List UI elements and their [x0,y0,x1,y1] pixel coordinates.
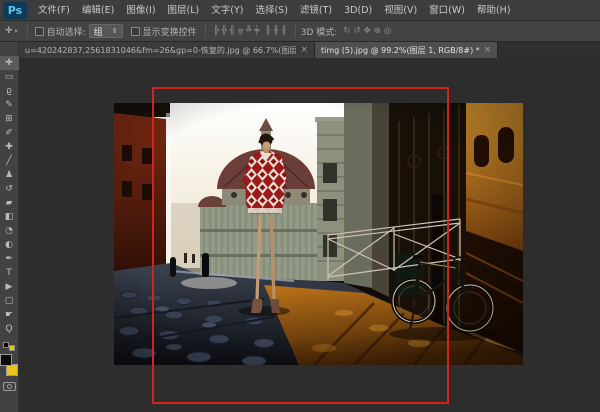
blur-tool[interactable]: ◔ [0,224,19,238]
healing-brush-tool[interactable]: ✚ [0,140,19,154]
options-bar: ✛ ▾ 自动选择: 组 ⇕ 显示变换控件 ╠╬╣╦╩╪ ╟ ╫╢ 3D 模式: ↻… [0,21,600,42]
align-icon[interactable]: ╩ [246,24,251,38]
shape-tool[interactable]: ▢ [0,294,19,308]
align-icon[interactable]: ╦ [238,24,243,38]
zoom-tool[interactable]: Ϙ [0,322,19,336]
stepper-icon: ⇕ [112,27,118,35]
threed-mode-icon-group: ↻↺ ✥⊕◎ [343,24,391,38]
align-icon[interactable]: ╣ [230,24,235,38]
divider [205,24,206,38]
document-tab[interactable]: timg (5).jpg @ 99.2%(图层 1, RGB/8#) * × [315,42,498,58]
distribute-icon-group: ╟ ╫╢ [265,24,286,38]
menu-item[interactable]: 3D(D) [338,0,378,21]
align-icon[interactable]: ╠ [214,24,219,38]
chevron-down-icon: ▾ [15,28,18,35]
default-colors-icon[interactable] [3,342,15,351]
lasso-tool[interactable]: ϱ [0,84,19,98]
show-transform-label: 显示变换控件 [143,25,197,38]
menu-item[interactable]: 选择(S) [249,0,293,21]
eyedropper-tool[interactable]: ✐ [0,126,19,140]
document-tab-bar: u=420242837,2561831046&fm=26&gp=0-恢复的.jp… [19,42,600,58]
threed-mode-icon[interactable]: ✥ [364,24,371,38]
distribute-icon[interactable]: ╟ [265,24,270,38]
auto-select-checkbox[interactable] [35,27,44,36]
distribute-icon[interactable]: ╫ [274,24,279,38]
pen-tool[interactable]: ✒ [0,252,19,266]
menu-item[interactable]: 帮助(H) [471,0,517,21]
tool-preset-picker[interactable]: ✛ ▾ [0,26,22,36]
clone-stamp-tool[interactable]: ♟ [0,168,19,182]
hand-tool[interactable]: ☛ [0,308,19,322]
quick-mask-button[interactable] [3,382,16,391]
tool-list: ✛▭ϱ✎⊞✐✚╱♟↺▰◧◔◐✒T▶▢☛Ϙ [0,56,19,336]
threed-mode-icon[interactable]: ↺ [353,24,360,38]
threed-mode-label: 3D 模式: [301,25,338,38]
divider [27,24,28,38]
show-transform-checkbox[interactable] [131,27,140,36]
tab-close-icon[interactable]: × [300,42,308,58]
default-background-chip [9,345,15,351]
foreground-color-swatch[interactable] [0,354,12,366]
menu-item[interactable]: 窗口(W) [423,0,471,21]
align-icon[interactable]: ╪ [254,24,259,38]
move-tool-icon: ✛ [5,26,13,36]
threed-mode-icon[interactable]: ⊕ [374,24,381,38]
dodge-tool[interactable]: ◐ [0,238,19,252]
history-brush-tool[interactable]: ↺ [0,182,19,196]
marquee-tool[interactable]: ▭ [0,70,19,84]
auto-select-dropdown[interactable]: 组 ⇕ [89,24,123,38]
menu-item[interactable]: 文件(F) [32,0,76,21]
menu-item[interactable]: 文字(Y) [205,0,249,21]
tab-close-icon[interactable]: × [484,42,492,58]
align-icon[interactable]: ╬ [222,24,227,38]
threed-mode-icon[interactable]: ↻ [343,24,350,38]
menu-item[interactable]: 图像(I) [120,0,161,21]
quick-selection-tool[interactable]: ✎ [0,98,19,112]
tools-panel: ✛▭ϱ✎⊞✐✚╱♟↺▰◧◔◐✒T▶▢☛Ϙ [0,42,19,412]
photoshop-logo: Ps [3,2,27,19]
red-annotation-rectangle [152,87,449,404]
canvas-area[interactable] [19,58,600,412]
color-swatches [0,354,18,376]
auto-select-value: 组 [94,25,103,38]
photoshop-window: Ps 文件(F)编辑(E)图像(I)图层(L)文字(Y)选择(S)滤镜(T)3D… [0,0,600,412]
threed-mode-icon[interactable]: ◎ [384,24,391,38]
eraser-tool[interactable]: ▰ [0,196,19,210]
divider [295,24,296,38]
menu-item[interactable]: 编辑(E) [76,0,120,21]
document-tab[interactable]: u=420242837,2561831046&fm=26&gp=0-恢复的.jp… [19,42,315,58]
path-selection-tool[interactable]: ▶ [0,280,19,294]
crop-tool[interactable]: ⊞ [0,112,19,126]
distribute-icon[interactable]: ╢ [282,24,287,38]
menu-item[interactable]: 滤镜(T) [294,0,338,21]
move-tool[interactable]: ✛ [0,56,19,70]
menu-item[interactable]: 视图(V) [378,0,423,21]
menu-item-list: 文件(F)编辑(E)图像(I)图层(L)文字(Y)选择(S)滤镜(T)3D(D)… [32,0,517,21]
document-tab-title: u=420242837,2561831046&fm=26&gp=0-恢复的.jp… [25,45,296,56]
document-tab-title: timg (5).jpg @ 99.2%(图层 1, RGB/8#) * [321,45,480,56]
auto-select-label: 自动选择: [47,25,86,38]
menu-item[interactable]: 图层(L) [162,0,206,21]
type-tool[interactable]: T [0,266,19,280]
quick-mask-circle-icon [7,384,12,389]
brush-tool[interactable]: ╱ [0,154,19,168]
align-icon-group: ╠╬╣╦╩╪ [214,24,260,38]
menu-bar: Ps 文件(F)编辑(E)图像(I)图层(L)文字(Y)选择(S)滤镜(T)3D… [0,0,600,21]
gradient-tool[interactable]: ◧ [0,210,19,224]
